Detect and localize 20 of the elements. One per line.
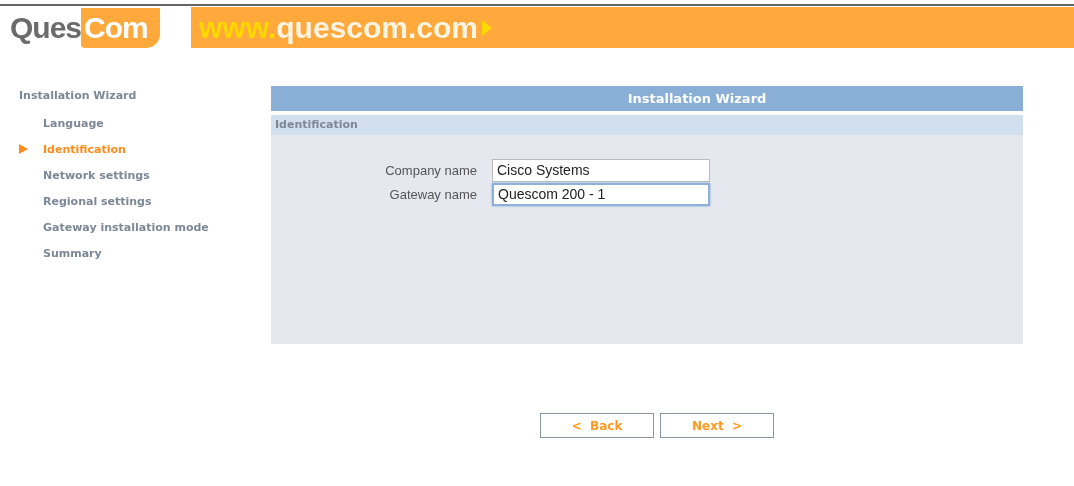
sidebar-item[interactable]: Network settings <box>43 168 150 182</box>
triangle-icon <box>481 19 492 36</box>
sidebar-title: Installation Wizard <box>19 88 138 104</box>
sidebar-item[interactable]: Gateway installation mode <box>43 220 209 234</box>
sidebar-item[interactable]: Summary <box>43 246 102 260</box>
section-title: Identification <box>271 115 1023 135</box>
field-label: Company name <box>384 162 478 178</box>
input-field[interactable]: Cisco Systems <box>492 158 710 182</box>
banner-text: www. <box>199 10 277 45</box>
logo-text: Ques <box>10 10 82 45</box>
sidebar-item[interactable]: Regional settings <box>43 194 152 208</box>
input-field[interactable]: Quescom 200 - 1 <box>492 182 710 206</box>
field-label: Gateway name <box>388 186 478 202</box>
wizard-button[interactable]: < Back <box>540 413 654 438</box>
banner-text: quescom.com <box>276 10 478 45</box>
sidebar-item[interactable]: Language <box>43 116 104 130</box>
logo-text: Com <box>81 7 160 48</box>
sidebar-item[interactable]: Identification <box>43 142 126 156</box>
panel-title: Installation Wizard <box>271 86 1023 111</box>
wizard-button[interactable]: Next > <box>660 413 774 438</box>
